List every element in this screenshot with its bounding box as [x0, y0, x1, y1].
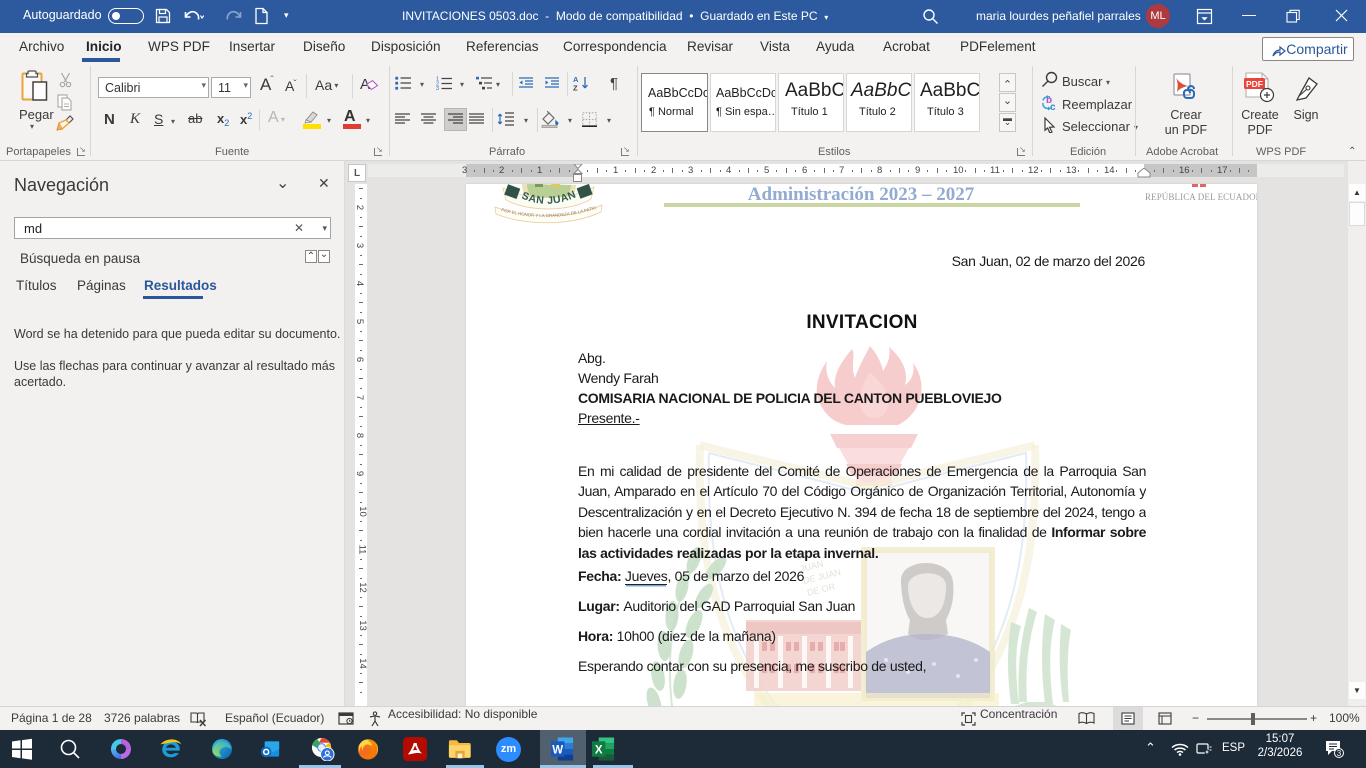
svg-text:PDF: PDF: [1246, 79, 1263, 89]
svg-text:W: W: [552, 744, 563, 756]
svg-text:Z: Z: [573, 84, 578, 92]
svg-text:3: 3: [436, 86, 439, 90]
svg-text:X: X: [595, 744, 603, 756]
svg-text:3: 3: [1337, 749, 1342, 758]
svg-text:c: c: [1050, 102, 1056, 111]
